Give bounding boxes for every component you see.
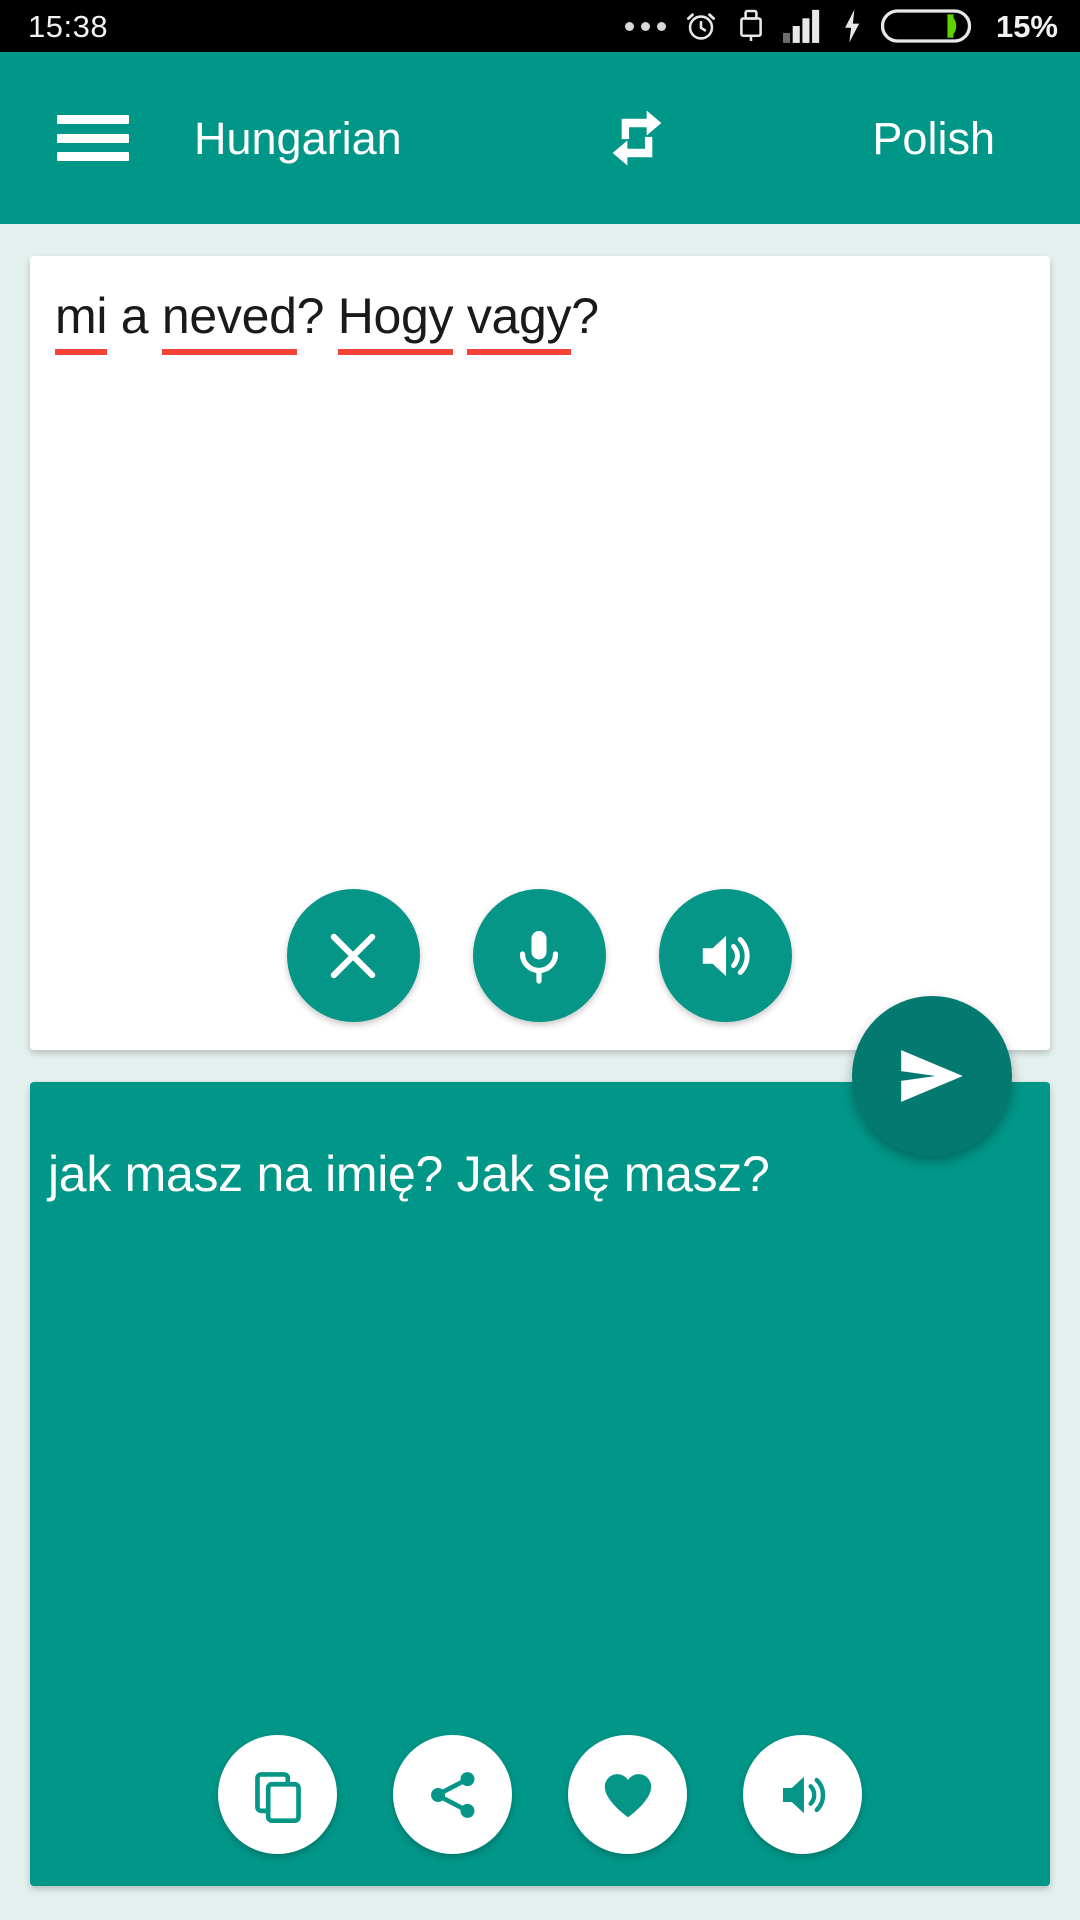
- send-icon: [901, 1050, 963, 1102]
- source-text-plain: a: [120, 288, 162, 344]
- charging-bolt-icon: [845, 9, 860, 43]
- close-icon: [330, 933, 376, 978]
- signal-bars-icon: [782, 9, 820, 43]
- share-button[interactable]: [393, 1735, 512, 1854]
- copy-button[interactable]: [218, 1735, 337, 1854]
- source-actions-bar: [30, 889, 1050, 1022]
- more-dots-icon: [624, 21, 666, 31]
- battery-percentage: 15%: [995, 8, 1058, 44]
- speaker-icon: [702, 935, 750, 976]
- speaker-icon: [782, 1776, 825, 1813]
- microphone-icon: [519, 930, 559, 984]
- swap-languages-icon[interactable]: [599, 100, 675, 176]
- app-bar: Hungarian Polish: [0, 52, 1080, 224]
- translation-result-text[interactable]: jak masz na imię? Jak się masz?: [48, 1142, 1030, 1207]
- battery-icon: [880, 9, 972, 43]
- spell-word: Hogy: [337, 284, 454, 355]
- usb-lock-icon: [740, 9, 762, 41]
- translation-actions-bar: [30, 1735, 1050, 1854]
- share-icon: [430, 1771, 474, 1818]
- hamburger-menu-icon[interactable]: [57, 109, 129, 167]
- status-bar: 15:38 15%: [0, 0, 1080, 52]
- favorite-button[interactable]: [568, 1735, 687, 1854]
- source-language-selector[interactable]: Hungarian: [194, 116, 402, 161]
- clear-button[interactable]: [286, 889, 420, 1022]
- spell-word: vagy: [466, 284, 572, 355]
- source-text-input[interactable]: mi a neved? Hogy vagy?: [55, 284, 1030, 355]
- target-language-selector[interactable]: Polish: [872, 116, 995, 161]
- translation-result-card: jak masz na imię? Jak się masz?: [30, 1082, 1050, 1886]
- spell-word: mi: [55, 284, 107, 355]
- heart-icon: [604, 1773, 651, 1817]
- status-icons-group: 15%: [624, 5, 1058, 47]
- voice-input-button[interactable]: [472, 889, 606, 1022]
- source-text-plain: ?: [571, 288, 599, 344]
- translate-send-button[interactable]: [852, 996, 1012, 1156]
- source-text-card: mi a neved? Hogy vagy?: [30, 256, 1050, 1050]
- copy-icon: [254, 1771, 301, 1823]
- status-clock: 15:38: [28, 8, 109, 44]
- speak-target-button[interactable]: [743, 1735, 862, 1854]
- spell-word: neved: [161, 284, 297, 355]
- source-text-plain: ?: [296, 288, 338, 344]
- speak-source-button[interactable]: [658, 889, 792, 1022]
- alarm-clock-icon: [686, 13, 715, 40]
